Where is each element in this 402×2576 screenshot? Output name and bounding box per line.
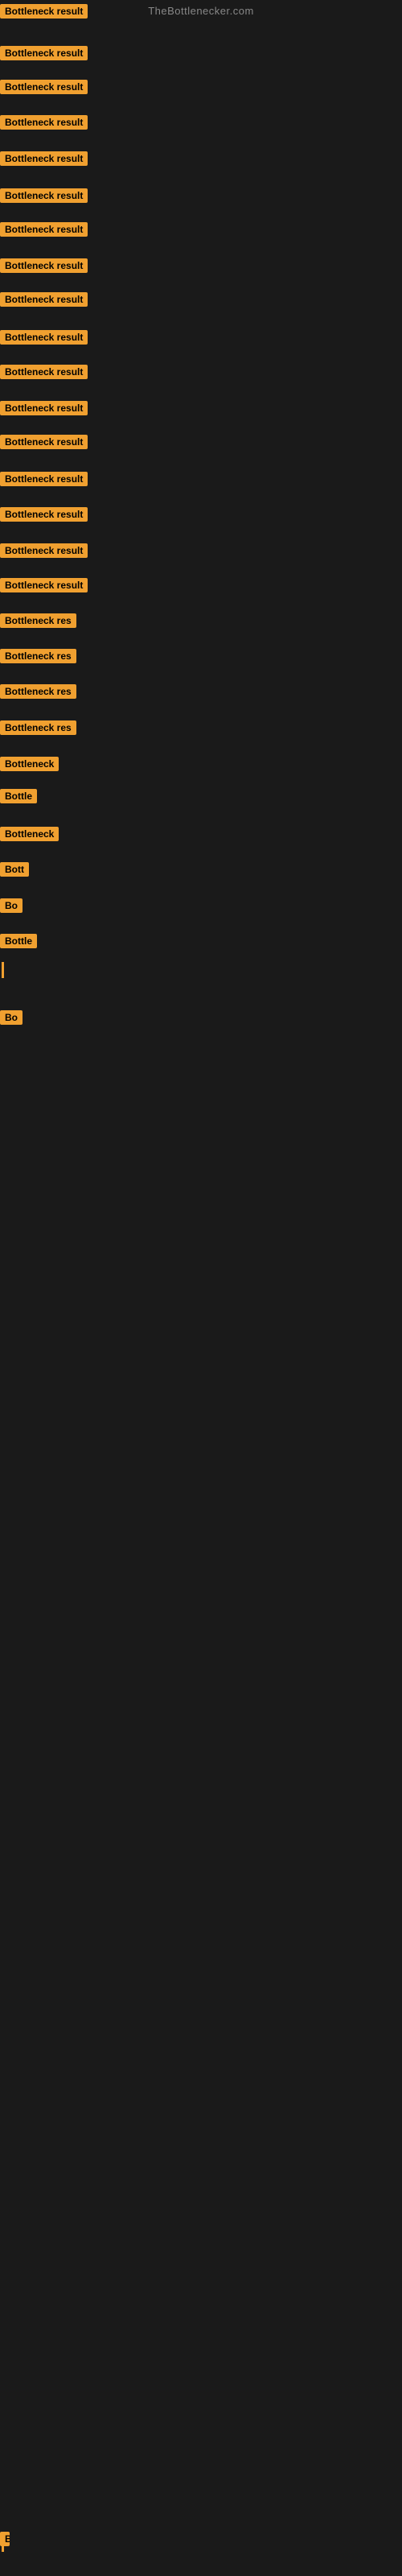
badge-label-23: Bottleneck <box>0 827 59 841</box>
badge-label-26: Bottle <box>0 934 37 948</box>
bottleneck-badge-22: Bottle <box>0 789 37 807</box>
bottleneck-badge-24: Bott <box>0 862 29 881</box>
badge-label-11: Bottleneck result <box>0 401 88 415</box>
bottleneck-badge-4: Bottleneck result <box>0 151 88 170</box>
badge-label-21: Bottleneck <box>0 757 59 771</box>
bottleneck-badge-12: Bottleneck result <box>0 435 88 453</box>
badge-label-8: Bottleneck result <box>0 292 88 307</box>
badge-label-15: Bottleneck result <box>0 543 88 558</box>
bottleneck-badge-28: Bo <box>0 1010 23 1029</box>
bottleneck-badge-25: Bo <box>0 898 23 917</box>
badge-label-20: Bottleneck res <box>0 720 76 735</box>
badge-label-19: Bottleneck res <box>0 684 76 699</box>
bottleneck-badge-2: Bottleneck result <box>0 80 88 98</box>
badge-label-3: Bottleneck result <box>0 115 88 130</box>
badge-label-4: Bottleneck result <box>0 151 88 166</box>
vertical-bar-0 <box>2 962 4 978</box>
badge-label-25: Bo <box>0 898 23 913</box>
bottleneck-badge-17: Bottleneck res <box>0 613 76 632</box>
bottleneck-badge-1: Bottleneck result <box>0 46 88 64</box>
badge-label-5: Bottleneck result <box>0 188 88 203</box>
bottleneck-badge-13: Bottleneck result <box>0 472 88 490</box>
bottleneck-badge-7: Bottleneck result <box>0 258 88 277</box>
bottleneck-badge-8: Bottleneck result <box>0 292 88 311</box>
bottleneck-badge-26: Bottle <box>0 934 37 952</box>
bottleneck-badge-21: Bottleneck <box>0 757 59 775</box>
bottleneck-badge-9: Bottleneck result <box>0 330 88 349</box>
badge-label-22: Bottle <box>0 789 37 803</box>
badge-label-9: Bottleneck result <box>0 330 88 345</box>
badge-label-12: Bottleneck result <box>0 435 88 449</box>
badge-label-2: Bottleneck result <box>0 80 88 94</box>
badge-label-7: Bottleneck result <box>0 258 88 273</box>
badge-label-17: Bottleneck res <box>0 613 76 628</box>
bottleneck-badge-23: Bottleneck <box>0 827 59 845</box>
bottleneck-badge-18: Bottleneck res <box>0 649 76 667</box>
bottleneck-badge-0: Bottleneck result <box>0 4 88 23</box>
badge-label-28: Bo <box>0 1010 23 1025</box>
bottleneck-badge-10: Bottleneck result <box>0 365 88 383</box>
badge-label-18: Bottleneck res <box>0 649 76 663</box>
badge-label-10: Bottleneck result <box>0 365 88 379</box>
vertical-bar-1 <box>2 2536 4 2552</box>
badge-label-0: Bottleneck result <box>0 4 88 19</box>
badge-label-13: Bottleneck result <box>0 472 88 486</box>
badge-label-14: Bottleneck result <box>0 507 88 522</box>
bottleneck-badge-19: Bottleneck res <box>0 684 76 703</box>
badge-label-1: Bottleneck result <box>0 46 88 60</box>
bottleneck-badge-3: Bottleneck result <box>0 115 88 134</box>
bottleneck-badge-14: Bottleneck result <box>0 507 88 526</box>
bottleneck-badge-20: Bottleneck res <box>0 720 76 739</box>
bottleneck-badge-11: Bottleneck result <box>0 401 88 419</box>
badge-label-24: Bott <box>0 862 29 877</box>
bottleneck-badge-6: Bottleneck result <box>0 222 88 241</box>
bottleneck-badge-16: Bottleneck result <box>0 578 88 597</box>
badge-label-6: Bottleneck result <box>0 222 88 237</box>
bottleneck-badge-15: Bottleneck result <box>0 543 88 562</box>
bottleneck-badge-5: Bottleneck result <box>0 188 88 207</box>
badge-label-16: Bottleneck result <box>0 578 88 592</box>
